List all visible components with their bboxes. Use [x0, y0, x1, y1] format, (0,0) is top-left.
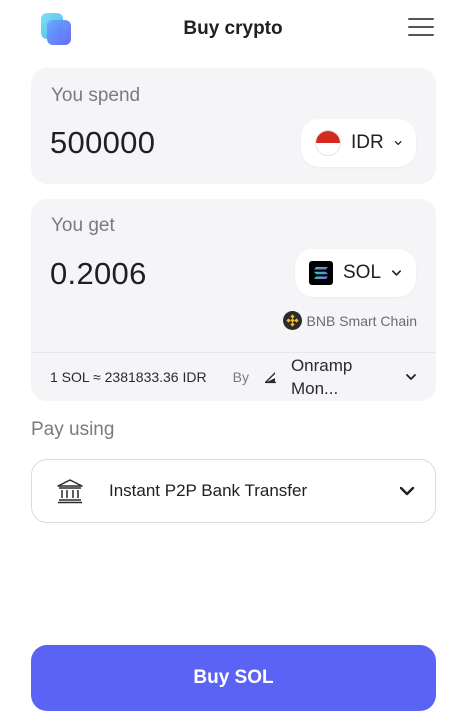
onramp-icon	[264, 372, 276, 384]
provider-name: Onramp Mon...	[291, 354, 371, 400]
chevron-down-icon	[399, 486, 415, 496]
page-title: Buy crypto	[183, 18, 283, 39]
get-amount: 0.2006	[50, 256, 147, 291]
pay-using-label: Pay using	[31, 419, 115, 440]
buy-crypto-page: Buy crypto You spend 500000 IDR You get …	[0, 0, 466, 720]
spend-label: You spend	[51, 85, 141, 106]
payment-method-name: Instant P2P Bank Transfer	[109, 481, 308, 500]
get-currency-code: SOL	[343, 262, 382, 283]
bank-icon	[57, 479, 83, 504]
provider-name-line1: Onramp	[290, 356, 353, 375]
get-card: You get 0.2006 SOL BNB Smart Chain 1 SOL…	[31, 199, 436, 401]
buy-sol-button[interactable]: Buy SOL	[31, 645, 436, 711]
chevron-down-icon	[392, 270, 401, 276]
payment-method-selector[interactable]: Instant P2P Bank Transfer	[31, 459, 436, 523]
provider-selector[interactable]: 1 SOL ≈ 2381833.36 IDR By Onramp Mon...	[50, 353, 417, 401]
bnb-icon	[282, 311, 302, 330]
hamburger-menu-icon[interactable]	[406, 16, 436, 38]
chevron-down-icon	[394, 141, 402, 145]
get-label: You get	[51, 215, 115, 236]
solana-icon	[309, 261, 333, 285]
by-label: By	[232, 369, 249, 385]
exchange-rate: 1 SOL ≈ 2381833.36 IDR	[50, 369, 207, 385]
network-indicator: BNB Smart Chain	[282, 311, 417, 330]
spend-currency-code: IDR	[351, 132, 384, 153]
spend-card: You spend 500000 IDR	[31, 68, 436, 184]
provider-name-line2: Mon...	[290, 379, 339, 398]
network-name: BNB Smart Chain	[306, 312, 417, 329]
header: Buy crypto	[0, 0, 466, 60]
spend-amount-input[interactable]: 500000	[50, 125, 155, 161]
spend-currency-selector[interactable]: IDR	[301, 119, 416, 167]
chevron-down-icon	[406, 374, 416, 380]
indonesia-flag-icon	[315, 130, 341, 156]
get-currency-selector[interactable]: SOL	[295, 249, 416, 297]
